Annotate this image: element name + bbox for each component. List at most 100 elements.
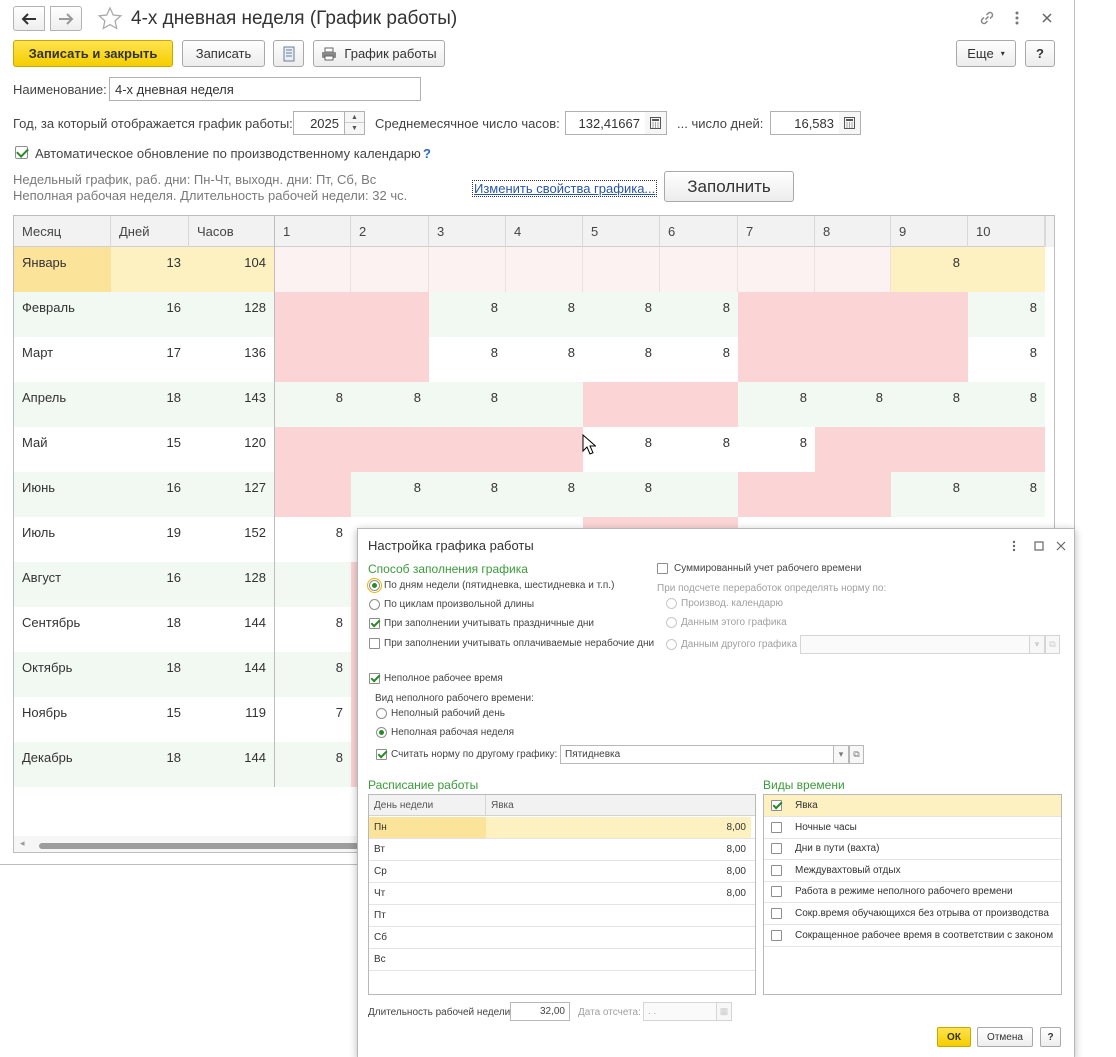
- schedule-day-cell[interactable]: Вс: [369, 949, 486, 970]
- norm-other-checkbox[interactable]: [376, 749, 387, 760]
- print-schedule-button[interactable]: График работы: [313, 40, 445, 67]
- dialog-help-button[interactable]: ?: [1040, 1027, 1061, 1047]
- schedule-row[interactable]: Пн 8,00: [369, 817, 755, 839]
- days-cell[interactable]: 18: [111, 607, 189, 652]
- days-cell[interactable]: 18: [111, 652, 189, 697]
- schedule-value-cell[interactable]: [486, 905, 751, 926]
- year-input[interactable]: 2025: [293, 111, 345, 135]
- schedule-day-cell[interactable]: Чт: [369, 883, 486, 904]
- name-input[interactable]: 4-х дневная неделя: [109, 77, 421, 101]
- schedule-day-cell[interactable]: Ср: [369, 861, 486, 882]
- spin-down-icon[interactable]: ▼: [345, 123, 364, 134]
- grid-row[interactable]: Март 17 136 8 8 8 8 8: [14, 337, 1045, 382]
- day-cell[interactable]: 8: [968, 472, 1045, 517]
- day-cell[interactable]: [506, 247, 583, 292]
- days-input[interactable]: 16,583: [770, 111, 840, 135]
- summarized-checkbox[interactable]: [657, 563, 668, 574]
- day-cell[interactable]: 8: [351, 472, 429, 517]
- time-type-checkbox[interactable]: [771, 886, 782, 898]
- days-cell[interactable]: 16: [111, 562, 189, 607]
- grid-header-cell[interactable]: 7: [738, 216, 815, 247]
- day-cell[interactable]: 8: [968, 337, 1045, 382]
- day-cell[interactable]: 8: [891, 472, 968, 517]
- hours-cell[interactable]: 144: [189, 742, 275, 787]
- day-cell[interactable]: [429, 427, 506, 472]
- month-cell[interactable]: Май: [14, 427, 111, 472]
- grid-header-cell[interactable]: Дней: [111, 216, 189, 247]
- month-cell[interactable]: Ноябрь: [14, 697, 111, 742]
- day-cell[interactable]: [660, 472, 738, 517]
- part-week-radio[interactable]: [376, 727, 387, 738]
- by-cycles-radio[interactable]: [369, 599, 380, 610]
- part-time-checkbox[interactable]: [369, 673, 380, 684]
- norm-other-dropdown-icon[interactable]: ▾: [834, 745, 849, 764]
- time-type-checkbox[interactable]: [771, 908, 782, 919]
- ok-button[interactable]: ОК: [937, 1027, 971, 1047]
- schedule-day-cell[interactable]: Вт: [369, 839, 486, 860]
- day-cell[interactable]: 8: [815, 382, 891, 427]
- days-cell[interactable]: 17: [111, 337, 189, 382]
- favorite-star-icon[interactable]: [97, 6, 123, 35]
- day-cell[interactable]: [506, 427, 583, 472]
- cancel-button[interactable]: Отмена: [977, 1027, 1033, 1047]
- day-cell[interactable]: [738, 247, 815, 292]
- day-cell[interactable]: [275, 427, 351, 472]
- month-cell[interactable]: Июль: [14, 517, 111, 562]
- grid-header-cell[interactable]: 3: [429, 216, 506, 247]
- time-types-table[interactable]: Явка Ночные часы Дни в пути (вахта) Междува…: [763, 794, 1062, 995]
- day-cell[interactable]: 8: [583, 292, 660, 337]
- hours-cell[interactable]: 144: [189, 652, 275, 697]
- day-cell[interactable]: [738, 472, 815, 517]
- day-cell[interactable]: [738, 337, 815, 382]
- day-cell[interactable]: 8: [660, 427, 738, 472]
- day-cell[interactable]: 8: [968, 292, 1045, 337]
- day-cell[interactable]: 8: [275, 742, 351, 787]
- ref-date-calendar-icon[interactable]: ▦: [717, 1002, 732, 1021]
- days-cell[interactable]: 16: [111, 472, 189, 517]
- day-cell[interactable]: 8: [738, 382, 815, 427]
- day-cell[interactable]: [351, 292, 429, 337]
- day-cell[interactable]: [891, 292, 968, 337]
- consider-holidays-checkbox[interactable]: [369, 618, 380, 629]
- time-type-row[interactable]: Сокр.время обучающихся без отрыва от про…: [764, 903, 1061, 925]
- days-calc-button[interactable]: [839, 111, 861, 135]
- day-cell[interactable]: [660, 247, 738, 292]
- avg-hours-input[interactable]: 132,41667: [565, 111, 646, 135]
- day-cell[interactable]: [891, 427, 968, 472]
- time-type-checkbox[interactable]: [771, 929, 782, 941]
- day-cell[interactable]: [583, 382, 660, 427]
- day-cell[interactable]: 8: [738, 427, 815, 472]
- month-cell[interactable]: Июнь: [14, 472, 111, 517]
- grid-header-cell[interactable]: 10: [968, 216, 1045, 247]
- time-type-row[interactable]: Ночные часы: [764, 817, 1061, 839]
- time-type-checkbox[interactable]: [771, 800, 782, 811]
- day-cell[interactable]: [351, 337, 429, 382]
- day-cell[interactable]: [275, 562, 351, 607]
- day-cell[interactable]: [351, 247, 429, 292]
- grid-header-cell[interactable]: 4: [506, 216, 583, 247]
- day-cell[interactable]: [275, 337, 351, 382]
- day-cell[interactable]: 7: [275, 697, 351, 742]
- day-cell[interactable]: 8: [891, 247, 968, 292]
- scrollbar-thumb[interactable]: [39, 843, 359, 849]
- schedule-table[interactable]: День недели Явка Пн 8,00 Вт 8,00 Ср 8,00 Чт 8,0…: [368, 794, 756, 995]
- grid-header-cell[interactable]: 1: [275, 216, 351, 247]
- days-cell[interactable]: 15: [111, 427, 189, 472]
- change-properties-link[interactable]: Изменить свойства графика...: [471, 180, 658, 197]
- dialog-close-icon[interactable]: [1055, 539, 1067, 556]
- schedule-row[interactable]: Вт 8,00: [369, 839, 755, 861]
- day-cell[interactable]: 8: [275, 382, 351, 427]
- norm-other-open-icon[interactable]: ⧉: [849, 745, 864, 764]
- days-cell[interactable]: 16: [111, 292, 189, 337]
- schedule-row[interactable]: Вс: [369, 949, 755, 971]
- days-cell[interactable]: 19: [111, 517, 189, 562]
- days-cell[interactable]: 18: [111, 742, 189, 787]
- auto-update-help-icon[interactable]: ?: [423, 146, 431, 161]
- time-type-row[interactable]: Сокращенное рабочее время в соответствии…: [764, 925, 1061, 947]
- day-cell[interactable]: 8: [429, 337, 506, 382]
- schedule-day-cell[interactable]: Пт: [369, 905, 486, 926]
- day-cell[interactable]: [660, 382, 738, 427]
- time-type-row[interactable]: Междувахтовый отдых: [764, 860, 1061, 882]
- auto-update-checkbox[interactable]: [15, 146, 28, 159]
- month-cell[interactable]: Декабрь: [14, 742, 111, 787]
